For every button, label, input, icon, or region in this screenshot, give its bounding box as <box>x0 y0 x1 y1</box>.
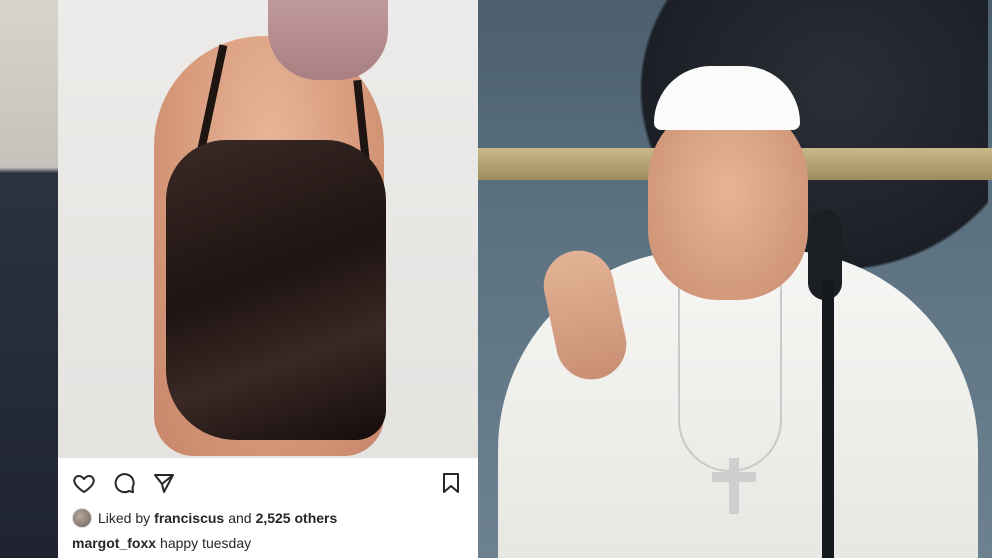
avatar[interactable] <box>72 508 92 528</box>
like-button[interactable] <box>70 469 98 497</box>
heart-icon <box>73 475 95 493</box>
likes-joiner: and <box>228 510 252 526</box>
bookmark-icon <box>443 473 459 493</box>
right-photo-panel <box>478 0 992 558</box>
send-icon <box>154 474 174 493</box>
save-button[interactable] <box>437 469 465 497</box>
comment-icon <box>114 473 135 494</box>
smiling-face <box>648 100 808 300</box>
comment-button[interactable] <box>110 469 138 497</box>
liker-username[interactable]: franciscus <box>154 510 224 526</box>
likes-summary: Liked by franciscus and 2,525 others <box>72 508 341 528</box>
post-photo-bodysuit <box>166 140 386 440</box>
background-strip <box>0 0 58 558</box>
share-button[interactable] <box>150 469 178 497</box>
pectoral-cross <box>712 458 756 514</box>
likes-prefix: Liked by <box>98 510 151 526</box>
pectoral-chain <box>678 270 782 472</box>
microphone-stand <box>822 280 834 558</box>
caption-username[interactable]: margot_foxx <box>72 535 156 551</box>
post-image <box>58 0 478 458</box>
caption-text: happy tuesday <box>160 535 252 551</box>
post-caption: margot_foxx happy tuesday <box>72 533 251 553</box>
post-photo-hair <box>268 0 388 80</box>
likes-count-link[interactable]: 2,525 others <box>256 510 338 526</box>
